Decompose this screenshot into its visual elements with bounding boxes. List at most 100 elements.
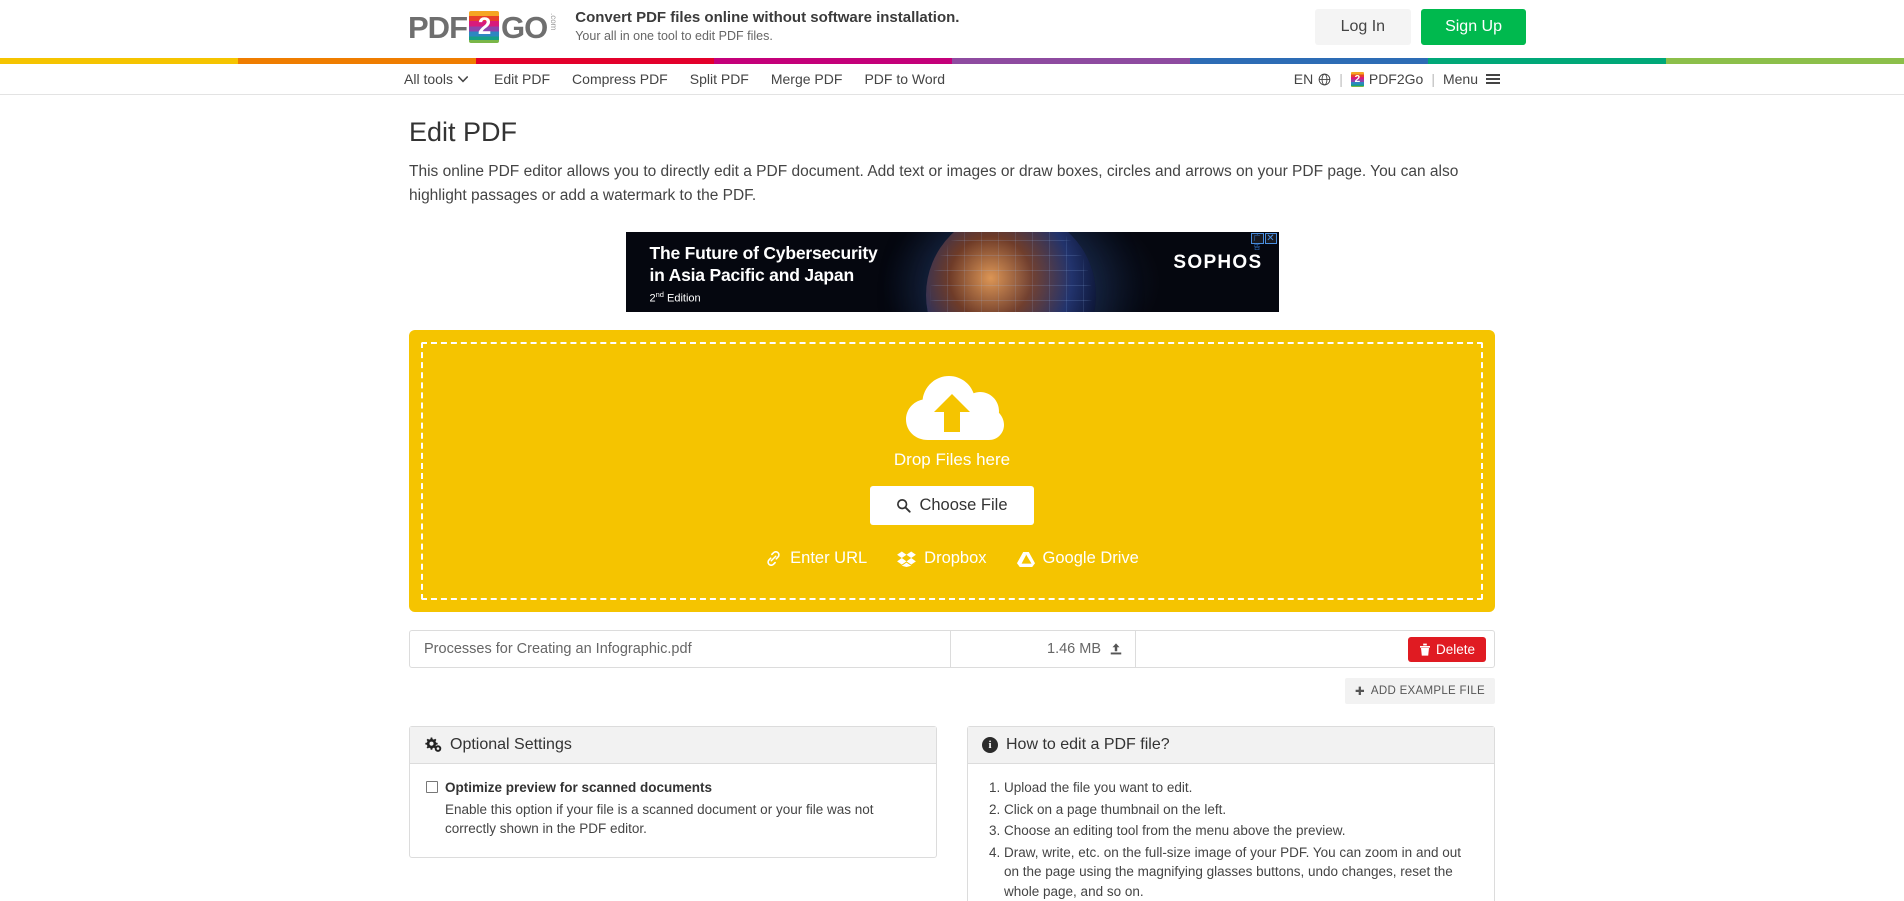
optional-settings-body: Optimize preview for scanned documents E… [410,764,936,857]
choose-file-label: Choose File [919,496,1008,515]
ad-badges: 广告 ✕ [1250,233,1277,251]
nav-link-all-tools[interactable]: All tools [404,71,494,87]
ad-globe-graphic [925,232,1096,313]
delete-file-button[interactable]: Delete [1407,636,1486,662]
nav-link-edit-pdf[interactable]: Edit PDF [494,71,572,87]
signup-button[interactable]: Sign Up [1421,9,1526,45]
account-label: PDF2Go [1368,71,1424,87]
logo-go-text: GO [501,9,548,45]
menu-button[interactable]: Menu [1443,71,1500,87]
language-selector[interactable]: EN [1294,71,1331,87]
ad-headline-line1: The Future of Cybersecurity [649,243,878,264]
account-link[interactable]: PDF2Go [1350,71,1424,87]
file-name-cell: Processes for Creating an Infographic.pd… [410,631,951,668]
dropbox-link[interactable]: Dropbox [897,549,987,568]
ad-edition: 2nd Edition [649,289,701,305]
main-navigation: All tools Edit PDF Compress PDF Split PDF Me… [0,64,1904,95]
optimize-preview-option[interactable]: Optimize preview for scanned documents E… [426,778,920,839]
logo-pdf-text: PDF [408,9,468,45]
uploaded-file-row: Processes for Creating an Infographic.pd… [409,630,1495,669]
nav-link-split-pdf[interactable]: Split PDF [690,71,771,87]
file-size-cell: 1.46 MB [951,631,1136,668]
how-to-body: Upload the file you want to edit.Click o… [968,764,1494,901]
dropbox-label: Dropbox [924,549,987,568]
how-to-title: How to edit a PDF file? [1006,736,1170,754]
logo-text: PDF GO .com [408,9,559,45]
nav-link-merge-pdf[interactable]: Merge PDF [771,71,865,87]
menu-label: Menu [1442,71,1478,87]
file-size-label: 1.46 MB [1047,641,1101,658]
google-drive-label: Google Drive [1042,549,1139,568]
upload-status-icon [1110,643,1122,655]
nav-utility: EN | PDF2Go | Menu [1294,71,1500,87]
nav-link-label: Edit PDF [494,71,551,87]
file-actions-cell: Delete [1136,631,1494,667]
auth-buttons: Log In Sign Up [1314,9,1526,45]
ad-copy: The Future of Cybersecurity in Asia Paci… [650,242,878,304]
optional-settings-header: Optional Settings [410,727,936,765]
dropbox-icon [897,551,917,567]
nav-link-label: All tools [404,71,454,87]
plus-icon: ✚ [1354,686,1365,699]
info-icon: i [982,737,998,754]
hamburger-icon [1486,74,1500,84]
nav-links: All tools Edit PDF Compress PDF Split PDF Me… [404,71,967,87]
nav-link-compress-pdf[interactable]: Compress PDF [572,71,690,87]
ad-label-icon: 广告 [1250,233,1264,251]
optimize-preview-checkbox[interactable] [426,781,438,794]
how-to-step: Draw, write, etc. on the full-size image… [1004,843,1478,901]
add-example-file-button[interactable]: ✚ ADD EXAMPLE FILE [1344,678,1495,705]
nav-separator-2: | [1431,71,1435,87]
chevron-down-icon [458,75,469,83]
how-to-panel: i How to edit a PDF file? Upload the fil… [967,726,1495,901]
ad-brand-sophos: SOPHOS [1173,252,1263,274]
nav-link-pdf-to-word[interactable]: PDF to Word [864,71,967,87]
ad-close-icon[interactable]: ✕ [1264,233,1277,245]
upload-cloud-icon [900,370,1004,444]
add-example-row: ✚ ADD EXAMPLE FILE [409,678,1495,705]
site-header: PDF GO .com Convert PDF files online wit… [0,0,1904,58]
tagline-primary: Convert PDF files online without softwar… [575,9,960,26]
how-to-step: Choose an editing tool from the menu abo… [1004,821,1478,841]
page-title: Edit PDF [409,117,518,147]
site-logo[interactable]: PDF GO .com Convert PDF files online wit… [408,8,959,45]
add-example-label: ADD EXAMPLE FILE [1370,685,1485,698]
pdf2go-mini-logo-icon [1350,71,1364,87]
optional-settings-panel: Optional Settings Optimize preview for s… [409,726,937,858]
dropzone-inner: Drop Files here Choose File Enter URL Dr… [421,342,1483,601]
language-label: EN [1293,71,1314,87]
optimize-preview-label: Optimize preview for scanned documents [445,780,713,796]
enter-url-label: Enter URL [790,549,868,568]
google-drive-link[interactable]: Google Drive [1016,549,1139,568]
optional-settings-title: Optional Settings [450,736,572,754]
delete-label: Delete [1435,641,1475,657]
file-dropzone[interactable]: Drop Files here Choose File Enter URL Dr… [409,330,1495,613]
link-icon [767,551,780,567]
trash-icon [1419,643,1430,656]
how-to-step: Click on a page thumbnail on the left. [1004,800,1478,820]
nav-link-label: Split PDF [689,71,749,87]
enter-url-link[interactable]: Enter URL [765,549,867,568]
logo-two-icon [469,10,499,43]
advertisement-banner[interactable]: The Future of Cybersecurity in Asia Paci… [625,232,1279,313]
login-button[interactable]: Log In [1314,9,1412,45]
ad-headline-line2: in Asia Pacific and Japan [649,265,855,286]
site-tagline: Convert PDF files online without softwar… [575,8,959,45]
info-panels: Optional Settings Optimize preview for s… [409,726,1495,901]
page-root: PDF GO .com Convert PDF files online wit… [0,0,1904,901]
nav-link-label: PDF to Word [864,71,946,87]
page-description: This online PDF editor allows you to dir… [409,163,1459,205]
main-content: Edit PDF This online PDF editor allows y… [0,95,1904,901]
nav-link-label: Merge PDF [770,71,843,87]
how-to-steps-list: Upload the file you want to edit.Click o… [984,778,1478,901]
how-to-step: Upload the file you want to edit. [1004,778,1478,798]
nav-separator-1: | [1339,71,1343,87]
choose-file-button[interactable]: Choose File [870,486,1034,526]
logo-dotcom-text: .com [549,12,559,30]
how-to-header: i How to edit a PDF file? [968,727,1494,765]
google-drive-icon [1016,551,1035,567]
globe-icon [1318,73,1331,85]
optimize-preview-description: Enable this option if your file is a sca… [445,801,874,837]
search-icon [897,499,912,513]
gears-icon [425,737,442,752]
